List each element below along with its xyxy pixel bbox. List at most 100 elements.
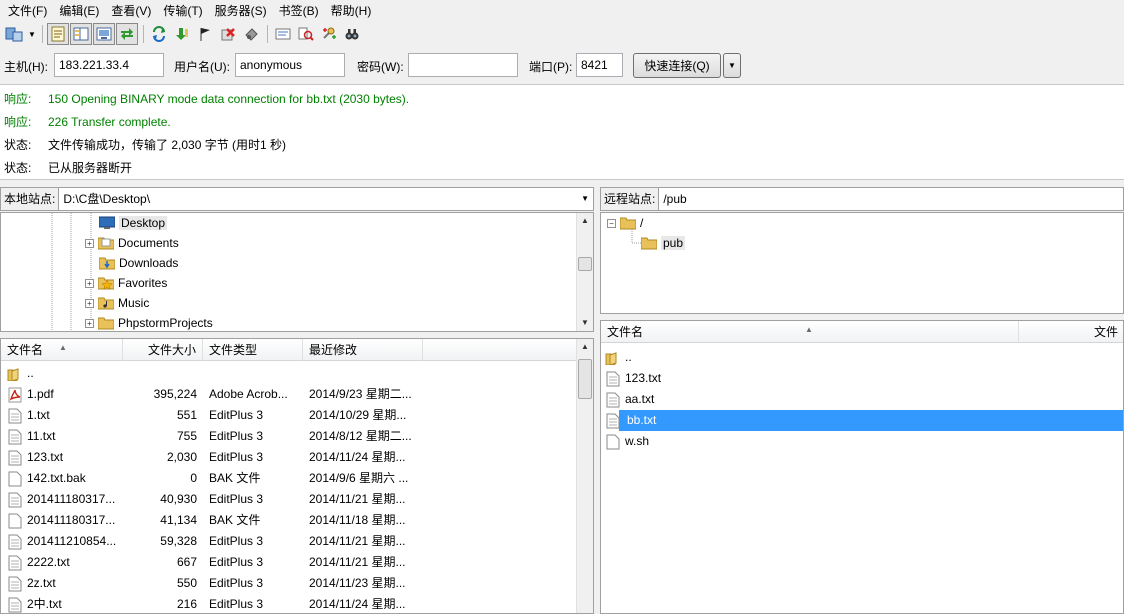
tree-item-documents[interactable]: + Documents [85,233,179,253]
scroll-up-icon[interactable]: ▲ [577,213,593,229]
local-list-scrollbar[interactable]: ▲ [576,339,593,613]
file-name: 201411180317... [27,492,116,506]
tree-item-desktop[interactable]: Desktop [99,213,168,233]
tree-item-label: / [640,216,644,230]
menu-edit[interactable]: 编辑(E) [53,0,105,22]
file-modified-cell [309,363,419,384]
file-name-cell: 2中.txt [7,594,123,613]
search-icon[interactable] [341,23,363,45]
port-input[interactable] [576,53,623,77]
table-row[interactable]: 11.txt 755 EditPlus 3 2014/8/12 星期二... [1,426,593,447]
table-row[interactable]: bb.txt [601,410,1123,431]
table-row[interactable]: 2中.txt 216 EditPlus 3 2014/11/24 星期... [1,594,593,613]
table-row[interactable]: 1.txt 551 EditPlus 3 2014/10/29 星期... [1,405,593,426]
menu-bookmarks[interactable]: 书签(B) [273,0,325,22]
column-header-filename[interactable]: 文件名 ▲ [601,321,1019,343]
table-row[interactable]: 201411180317... 40,930 EditPlus 3 2014/11/2… [1,489,593,510]
table-row[interactable]: .. [1,363,593,384]
filter-icon[interactable] [272,23,294,45]
tree-item-label: Downloads [119,256,179,270]
password-label: 密码(W): [357,60,404,74]
tree-item-root[interactable]: − / [607,213,643,233]
tree-item-pub[interactable]: pub [641,233,686,253]
menu-file[interactable]: 文件(F) [2,0,53,22]
desktop-icon [99,215,115,231]
toggle-local-tree-icon[interactable] [70,23,92,45]
quickconnect-dropdown-icon[interactable]: ▼ [723,53,741,78]
file-name-cell: 2z.txt [7,573,123,594]
column-header-modified[interactable]: 最近修改 [303,339,423,361]
text-file-icon [605,413,621,429]
table-row[interactable]: 201411180317... 41,134 BAK 文件 2014/11/18 星期… [1,510,593,531]
table-row[interactable]: 142.txt.bak 0 BAK 文件 2014/9/6 星期六 ... [1,468,593,489]
table-row[interactable]: aa.txt [601,389,1123,410]
menu-transfer[interactable]: 传输(T) [157,0,208,22]
reconnect-icon[interactable] [240,23,262,45]
file-name-cell: .. [7,363,123,384]
toggle-log-icon[interactable] [47,23,69,45]
remote-path-combobox[interactable]: /pub [659,187,1124,211]
log-row: 响应: 150 Opening BINARY mode data connect… [0,90,1124,113]
log-text: 226 Transfer complete. [48,115,171,129]
expand-icon[interactable]: + [85,318,94,328]
table-row[interactable]: 2222.txt 667 EditPlus 3 2014/11/21 星期... [1,552,593,573]
scroll-thumb[interactable] [578,359,592,399]
tree-item-music[interactable]: + Music [85,293,149,313]
cancel-icon[interactable] [194,23,216,45]
local-path-combobox[interactable]: D:\C盘\Desktop\ ▼ [59,187,594,211]
file-name: 142.txt.bak [27,471,86,485]
file-name-cell: 201411180317... [7,489,123,510]
column-header-filetype[interactable]: 文件类型 [203,339,303,361]
tree-item-downloads[interactable]: Downloads [99,253,178,273]
disconnect-icon[interactable] [217,23,239,45]
file-name: 201411180317... [27,513,116,527]
table-row[interactable]: .. [601,347,1123,368]
username-input[interactable] [235,53,345,77]
local-tree-scrollbar[interactable]: ▲ ▼ [576,213,593,331]
username-label: 用户名(U): [174,60,230,74]
menu-view[interactable]: 查看(V) [105,0,157,22]
file-size-cell: 0 [190,471,197,485]
table-row[interactable]: 1.pdf 395,224 Adobe Acrob... 2014/9/23 星期二.… [1,384,593,405]
sort-ascending-icon: ▲ [59,343,67,352]
chevron-down-icon[interactable]: ▼ [581,188,589,210]
table-row[interactable]: 201411210854... 59,328 EditPlus 3 2014/11/2… [1,531,593,552]
tree-item-phpstormprojects[interactable]: + PhpstormProjects [85,313,213,331]
tree-item-favorites[interactable]: + Favorites [85,273,167,293]
column-header-filename[interactable]: 文件名 ▲ [1,339,123,361]
column-header-filesize[interactable]: 文件 [1019,321,1123,343]
password-input[interactable] [408,53,518,77]
table-row[interactable]: 123.txt 2,030 EditPlus 3 2014/11/24 星期... [1,447,593,468]
column-header-filesize[interactable]: 文件大小 [123,339,203,361]
table-row[interactable]: w.sh [601,431,1123,452]
file-type-cell: EditPlus 3 [209,597,264,611]
site-manager-icon[interactable] [3,23,25,45]
toggle-queue-icon[interactable] [116,23,138,45]
toggle-remote-tree-icon[interactable] [93,23,115,45]
local-site-label: 本地站点: [0,187,60,211]
menu-server[interactable]: 服务器(S) [209,0,273,22]
file-size-cell: 395,224 [153,387,197,401]
scroll-down-icon[interactable]: ▼ [577,315,593,331]
expand-icon[interactable]: + [85,298,94,308]
sync-browse-icon[interactable] [318,23,340,45]
process-queue-icon[interactable] [171,23,193,45]
compare-icon[interactable] [295,23,317,45]
table-row[interactable]: 2z.txt 550 EditPlus 3 2014/11/23 星期... [1,573,593,594]
table-row[interactable]: 123.txt [601,368,1123,389]
host-input[interactable] [54,53,164,77]
collapse-icon[interactable]: − [607,218,616,228]
scroll-up-icon[interactable]: ▲ [577,339,593,355]
quickconnect-button[interactable]: 快速连接(Q) [633,53,721,78]
refresh-icon[interactable] [148,23,170,45]
site-manager-dropdown-icon[interactable]: ▼ [26,23,38,45]
log-row: 状态: 已从服务器断开 [0,159,1124,182]
menu-help[interactable]: 帮助(H) [325,0,378,22]
scroll-thumb[interactable] [578,257,592,271]
remote-site-bar: 远程站点: /pub [600,186,1124,212]
expand-icon[interactable]: + [85,238,94,248]
expand-icon[interactable]: + [85,278,94,288]
local-path-value: D:\C盘\Desktop\ [63,192,151,206]
file-size-cell: 216 [176,597,197,611]
text-file-icon [7,492,23,508]
